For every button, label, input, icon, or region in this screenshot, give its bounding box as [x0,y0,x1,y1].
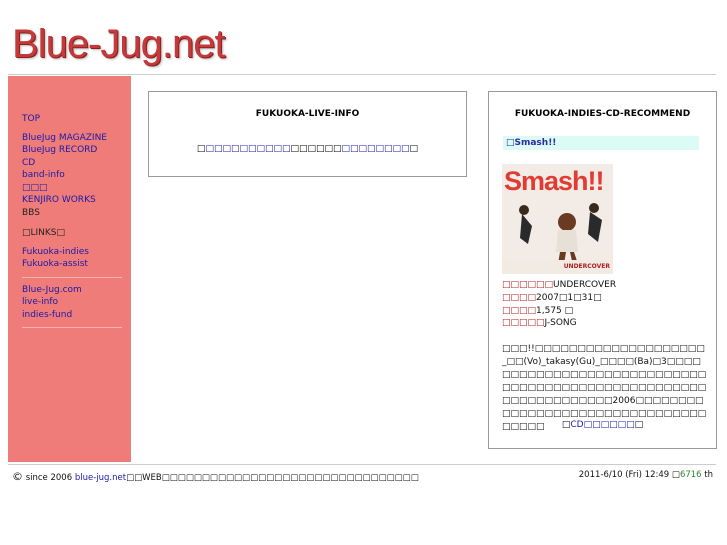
footer-copyright: © since 2006 blue-jug.net□□WEB□□□□□□□□□□… [12,470,419,483]
cd-title-highlight[interactable]: □Smash!! [503,136,699,150]
nav-band-info[interactable]: band-info [22,169,122,182]
live-link-2[interactable]: □□□□□□□□ [342,144,410,154]
cd-details: □□□□□□UNDERCOVER □□□□2007□1□31□ □□□□1,57… [502,279,616,330]
cd-link-suffix: □ [634,420,644,430]
nav-kenjiro-works[interactable]: KENJIRO WORKS [22,194,122,207]
date-label: □□□□ [502,292,537,303]
cd-link[interactable]: CD□□□□□□ [570,420,634,430]
footer-divider [8,464,716,465]
nav-record[interactable]: BlueJug RECORD [22,144,122,157]
live-text-suffix: □ [409,144,419,154]
price-row: □□□□1,575 □ [502,305,616,318]
link-live-info[interactable]: live-info [22,296,122,309]
cover-art [502,203,613,274]
counter-suffix: th [701,470,713,480]
sidebar: TOP BlueJug MAGAZINE BlueJug RECORD CD b… [8,76,131,462]
footer-stats: 2011-6/10 (Fri) 12:49 □6716 th [579,470,713,480]
live-text-mid: □□□□□□ [290,144,342,154]
nav-magazine[interactable]: BlueJug MAGAZINE [22,132,122,145]
copyright-icon: © [12,470,23,483]
site-logo[interactable]: Blue-Jug.net [12,22,226,67]
sidebar-divider [22,327,122,328]
artist-value: UNDERCOVER [553,280,617,290]
record-label-label: □□□□□ [502,318,545,329]
live-info-text: □□□□□□□□□□□□□□□□□□□□□□□□□□ [149,144,466,154]
record-label-value: J-SONG [544,318,577,329]
live-info-box: FUKUOKA-LIVE-INFO □□□□□□□□□□□□□□□□□□□□□□… [148,91,467,177]
link-indies-fund[interactable]: indies-fund [22,309,122,322]
link-fukuoka-assist[interactable]: Fukuoka-assist [22,258,122,271]
sidebar-divider [22,276,122,278]
cd-cover-image[interactable]: Smash!! UNDERCOVER [502,164,613,274]
label-row: □□□□□J-SONG [502,317,616,330]
header-divider [8,74,716,75]
links-heading: □LINKS□ [22,228,66,238]
artist-row: □□□□□□UNDERCOVER [502,279,616,292]
price-value: 1,575 □ [536,305,574,316]
footer-notice: □□WEB□□□□□□□□□□□□□□□□□□□□□□□□□□□□□□□□ [126,473,419,483]
sidebar-nav: TOP BlueJug MAGAZINE BlueJug RECORD CD b… [22,113,122,334]
link-blue-jug-com[interactable]: Blue-Jug.com [22,284,122,297]
nav-cd[interactable]: CD [22,157,122,170]
price-label: □□□□ [502,305,537,316]
link-fukuoka-indies[interactable]: Fukuoka-indies [22,246,122,259]
nav-top[interactable]: TOP [22,113,122,126]
live-info-title: FUKUOKA-LIVE-INFO [255,109,360,119]
visit-counter: 6716 [679,470,702,480]
cd-recommend-box: FUKUOKA-INDIES-CD-RECOMMEND □Smash!! Sma… [488,91,717,449]
date-row: □□□□2007□1□31□ [502,292,616,305]
nav-bbs[interactable]: BBS [22,207,122,220]
nav-item-6[interactable]: □□□ [22,182,122,195]
cd-recommend-title: FUKUOKA-INDIES-CD-RECOMMEND [514,109,691,119]
live-link-1[interactable]: □□□□□□□□□□ [205,144,290,154]
cover-subtitle: UNDERCOVER [563,263,610,270]
date-value: 2007□1□31□ [536,292,602,303]
footer-datetime: 2011-6/10 (Fri) 12:49 □ [578,470,680,480]
artist-label: □□□□□□ [502,280,554,290]
footer-since: since 2006 [23,473,75,483]
footer-site-link[interactable]: blue-jug.net [75,473,126,483]
cd-link-row: □CD□□□□□□□ [489,420,716,430]
